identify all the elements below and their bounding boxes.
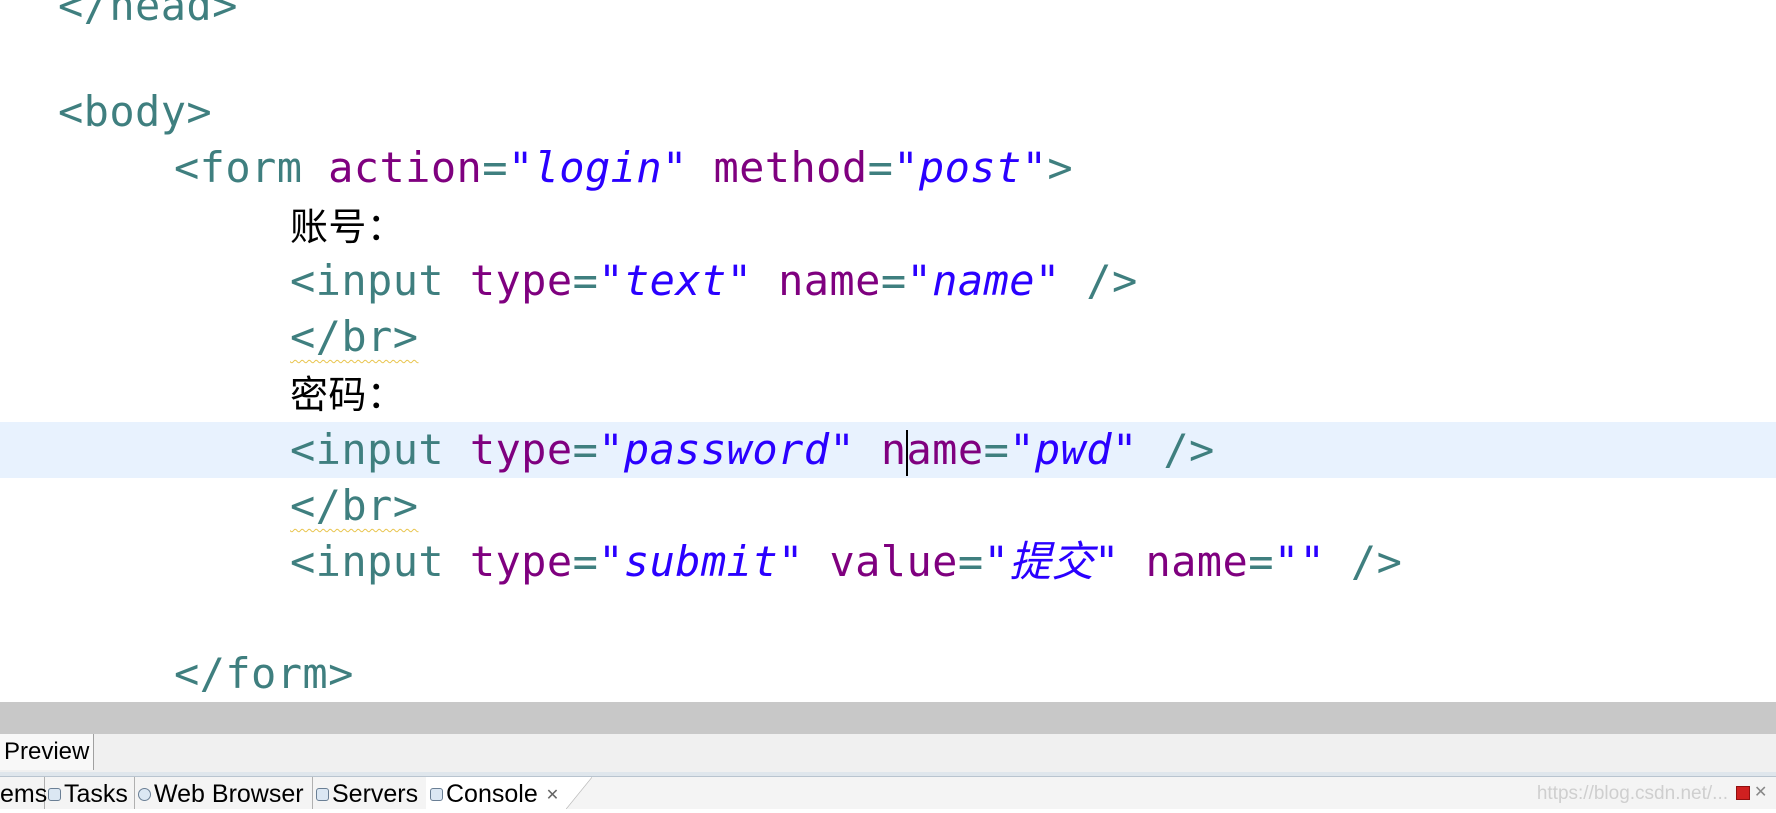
code-token: =: [572, 425, 599, 474]
code-token: "post": [893, 143, 1048, 192]
code-token: =: [880, 256, 907, 305]
code-line-6: <input type="text" name="name" />: [290, 253, 1138, 309]
servers-icon: [316, 788, 329, 801]
code-token: />: [1060, 256, 1138, 305]
code-line-9: <input type="password" name="pwd" />: [290, 422, 1215, 478]
tab-problems-label: ems: [0, 780, 48, 808]
code-token: <body>: [58, 87, 213, 136]
tab-servers-label: Servers: [332, 780, 419, 808]
tab-servers[interactable]: Servers: [312, 777, 427, 809]
code-token: />: [1325, 537, 1403, 586]
code-token: "password": [598, 425, 856, 474]
watermark: https://blog.csdn.net/...: [1536, 783, 1728, 804]
code-line-10: </br>: [290, 478, 418, 534]
code-token: =: [983, 425, 1010, 474]
code-token: <input: [290, 425, 470, 474]
code-token: n: [880, 425, 907, 474]
tab-web-browser-label: Web Browser: [154, 780, 304, 808]
code-token: =: [572, 537, 599, 586]
code-token: "text": [598, 256, 753, 305]
code-line-8: 密码：: [290, 366, 405, 422]
tab-preview-label: Preview: [4, 738, 90, 765]
code-token: value: [829, 537, 958, 586]
tab-tasks-label: Tasks: [64, 780, 128, 808]
stop-icon[interactable]: [1736, 786, 1750, 800]
code-line-4: <form action="login" method="post">: [174, 140, 1073, 196]
code-token: "pwd": [1009, 425, 1138, 474]
code-line-5: 账号：: [290, 198, 405, 254]
tab-problems[interactable]: ems: [0, 777, 48, 809]
code-token: </br>: [290, 312, 419, 361]
code-token: </form>: [174, 649, 354, 698]
code-token: "name": [906, 256, 1061, 305]
code-token: method: [713, 143, 868, 192]
globe-icon: [138, 788, 151, 801]
code-token: =: [957, 537, 984, 586]
tab-console-label: Console: [446, 780, 538, 808]
tab-preview[interactable]: Preview: [0, 734, 94, 770]
code-token: <form: [174, 143, 329, 192]
code-token: =: [572, 256, 599, 305]
tab-web-browser[interactable]: Web Browser: [134, 777, 313, 809]
code-line-13: </form>: [174, 646, 354, 702]
code-token: =: [482, 143, 508, 192]
code-token: <input: [290, 537, 470, 586]
code-token: />: [1137, 425, 1215, 474]
tab-tasks[interactable]: Tasks: [44, 777, 135, 809]
code-line-3: <body>: [58, 84, 212, 140]
code-token: name: [1145, 537, 1249, 586]
code-token: 账号：: [290, 205, 406, 249]
code-token: "login": [507, 143, 688, 192]
code-token: type: [469, 425, 573, 474]
code-token: 密码：: [290, 373, 406, 417]
code-token: >: [1047, 143, 1074, 192]
panel-splitter[interactable]: [0, 702, 1776, 734]
code-token: =: [1248, 537, 1274, 586]
code-line-11: <input type="submit" value="提交" name="" …: [290, 534, 1402, 590]
code-token: =: [867, 143, 894, 192]
code-token: "提交": [983, 537, 1120, 586]
views-tab-bar: ems Tasks Web Browser Servers Console ✕ h…: [0, 776, 1776, 809]
code-token: type: [469, 256, 573, 305]
code-line-7: </br>: [290, 309, 418, 365]
code-token: "": [1273, 537, 1326, 586]
code-token: name: [778, 256, 881, 305]
code-token: "submit": [598, 537, 804, 586]
tasks-icon: [48, 788, 61, 801]
tab-console[interactable]: Console ✕: [426, 777, 592, 809]
close-icon[interactable]: ✕: [546, 787, 559, 804]
editor-mode-tabs: Preview: [0, 734, 1776, 773]
remove-launch-icon[interactable]: ✕: [1754, 785, 1768, 801]
code-line-1: </head>: [58, 0, 238, 34]
code-token: </br>: [290, 481, 419, 530]
code-token: ame: [906, 425, 984, 474]
console-icon: [430, 788, 443, 801]
code-token: action: [328, 143, 483, 192]
source-editor[interactable]: </head> <body> <form action="login" meth…: [0, 0, 1776, 702]
code-token: </head>: [58, 0, 238, 30]
code-token: <input: [290, 256, 470, 305]
code-token: type: [469, 537, 573, 586]
